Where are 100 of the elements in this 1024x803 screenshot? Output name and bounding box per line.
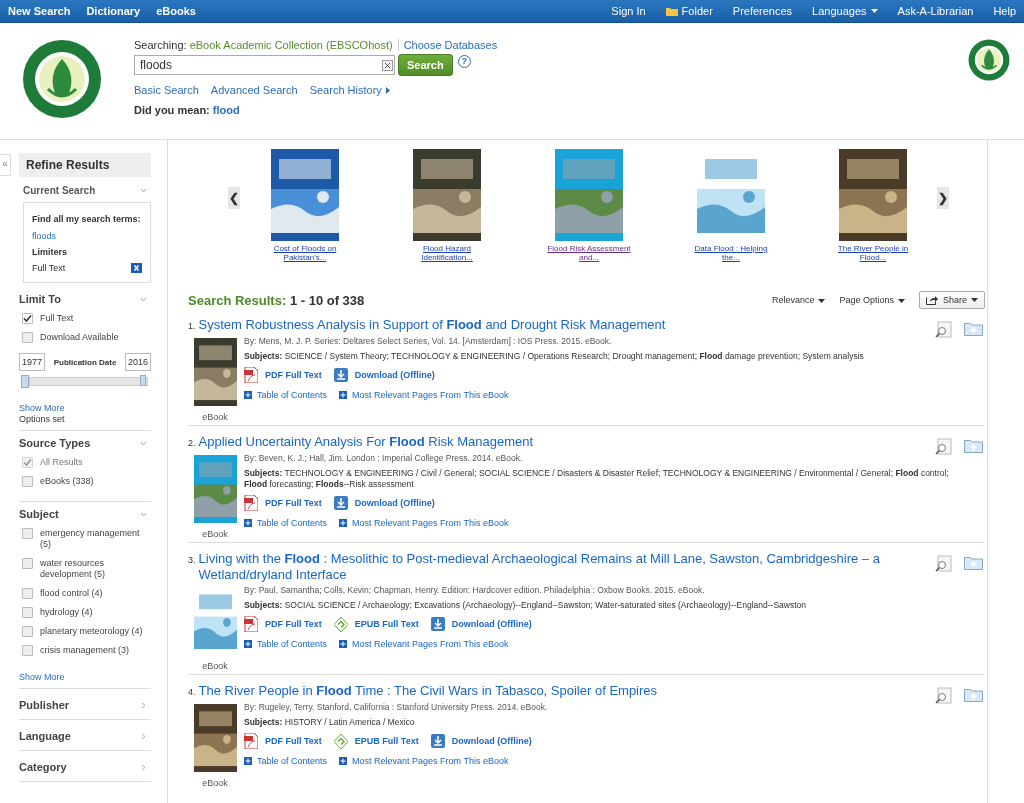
section-heading[interactable]: Publisher [19,699,70,711]
full-text-link[interactable]: PDF Full Text [265,619,322,629]
checkbox[interactable] [22,645,33,656]
preview-icon[interactable] [935,321,952,338]
full-text-link[interactable]: Download (Offline) [451,619,532,629]
checkbox[interactable] [22,588,33,599]
expand-link[interactable]: Table of Contents [257,518,328,528]
full-text-link[interactable]: Download (Offline) [451,736,532,746]
checkbox[interactable] [22,626,33,637]
sort-menu[interactable]: Relevance [771,295,826,305]
nav-link[interactable]: New Search [0,0,79,22]
result-title-link[interactable]: The River People in Flood Time : The Civil Wars in Tabasco, Spoiler of Empires [198,683,658,699]
checkbox[interactable] [22,332,33,343]
chevron-down-icon[interactable] [140,187,147,194]
nav-link[interactable]: Preferences [722,0,803,22]
collapse-sidebar-button[interactable]: « [0,154,11,176]
expand-link[interactable]: Most Relevant Pages From This eBook [352,756,509,766]
expand-link[interactable]: Most Relevant Pages From This eBook [352,390,509,400]
filter-option: All Results [40,457,83,468]
chevron-right-icon[interactable] [140,701,147,709]
add-to-folder-icon[interactable] [964,687,983,702]
remove-icon[interactable] [131,263,142,273]
show-more-link[interactable]: Show More [19,403,151,413]
full-text-link[interactable]: EPUB Full Text [354,736,419,746]
slider-handle[interactable] [21,374,29,388]
result-number: 1. [188,320,196,333]
download-icon [333,496,348,510]
pdf-icon [244,616,258,632]
year-field[interactable]: 2016 [124,353,151,371]
page-options-menu[interactable]: Page Options [839,295,905,305]
book-title-link[interactable]: Flood Hazard Identification... [404,244,490,262]
expand-link[interactable]: Most Relevant Pages From This eBook [352,639,509,649]
section-heading[interactable]: Category [19,761,67,773]
book-title-link[interactable]: The River People in Flood... [830,244,916,262]
section-heading[interactable]: Subject [19,508,59,520]
show-more-link[interactable]: Show More [19,672,151,682]
chevron-down-icon[interactable] [140,510,147,518]
nav-link[interactable]: Sign In [601,0,656,22]
expand-link[interactable]: Table of Contents [257,390,328,400]
download-icon [430,617,445,631]
previous-button[interactable]: ❮ [228,187,240,209]
nav-link[interactable]: Ask-A-Librarian [887,0,984,22]
nav-link[interactable]: eBooks [148,0,204,22]
search-field[interactable]: floods [134,55,395,75]
expand-link[interactable]: Table of Contents [257,756,328,766]
expand-link[interactable]: Table of Contents [257,639,328,649]
share-button[interactable]: Share [918,291,985,309]
preview-icon[interactable] [935,438,952,455]
book-title-link[interactable]: Cost of Floods on Pakistan's... [262,244,348,262]
chevron-down-icon[interactable] [140,439,147,447]
next-button[interactable]: ❯ [937,187,949,209]
filter-option: planetary meteorology (4) [40,626,143,637]
checkbox[interactable] [22,607,33,618]
choose-databases-link[interactable]: Choose Databases [403,39,498,51]
full-text-link[interactable]: PDF Full Text [265,370,322,380]
chevron-down-icon[interactable] [140,295,147,303]
year-field[interactable]: 1977 [19,353,46,371]
section-heading[interactable]: Current Search [23,185,96,196]
result-title-link[interactable]: Applied Uncertainty Analysis For Flood Risk Management [198,434,534,450]
result-title-link[interactable]: System Robustness Analysis in Support of Flood and Drought Risk Management [198,317,666,333]
chevron-right-icon[interactable] [140,763,147,771]
folder-link[interactable]: Folder [655,0,723,22]
checkbox[interactable] [22,313,33,324]
pdf-icon [244,367,258,383]
add-to-folder-icon[interactable] [964,438,983,453]
nav-link[interactable]: Dictionary [78,0,149,22]
add-to-folder-icon[interactable] [964,555,983,570]
plus-icon [339,519,348,527]
languages-menu[interactable]: Languages [802,0,888,22]
book-title-link[interactable]: Flood Risk Assessment and... [546,244,632,262]
preview-icon[interactable] [935,687,952,704]
format-label: eBook [202,661,228,671]
search-link[interactable]: Basic Search [134,84,199,96]
add-to-folder-icon[interactable] [964,321,983,336]
search-term-link[interactable]: floods [32,231,142,241]
full-text-link[interactable]: PDF Full Text [265,736,322,746]
nav-link[interactable]: Help [983,0,1024,22]
full-text-link[interactable]: Download (Offline) [354,370,435,380]
full-text-link[interactable]: EPUB Full Text [354,619,419,629]
checkbox[interactable] [22,476,33,487]
full-text-link[interactable]: Download (Offline) [354,498,435,508]
full-text-link[interactable]: PDF Full Text [265,498,322,508]
sidebar-title: Refine Results [19,153,151,177]
section-heading[interactable]: Source Types [19,437,91,449]
expand-link[interactable]: Most Relevant Pages From This eBook [352,518,509,528]
search-link[interactable]: Advanced Search [210,84,298,96]
book-title-link[interactable]: Data Flood : Helping the... [688,244,774,262]
preview-icon[interactable] [935,555,952,572]
section-heading[interactable]: Language [19,730,71,742]
slider-handle[interactable] [140,374,146,386]
checkbox[interactable] [22,528,33,539]
chevron-right-icon[interactable] [140,732,147,740]
section-heading[interactable]: Limit To [19,293,61,305]
suggestion-link[interactable]: flood [212,104,240,116]
search-button[interactable]: Search [398,54,453,76]
search-link[interactable]: Search History [309,84,390,96]
clear-icon[interactable] [382,59,393,71]
result-title-link[interactable]: Living with the Flood : Mesolithic to Post-medieval Archaeological Remains at Mill Lane, Sawston, Cambridgeshire – a Wetland/dryland Interface [198,551,925,583]
checkbox[interactable] [22,558,33,569]
university-logo-icon [968,39,1010,81]
